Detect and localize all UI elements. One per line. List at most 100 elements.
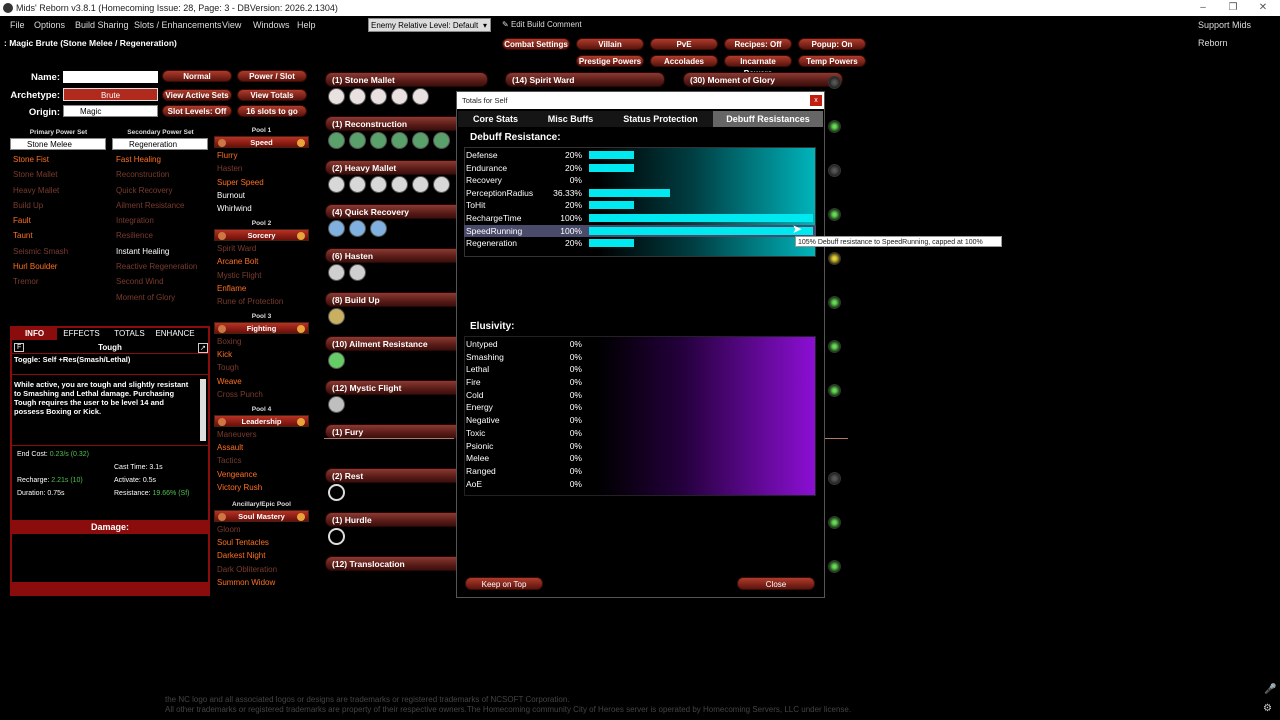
enhancement-icon[interactable] (349, 132, 366, 149)
slot-toggle-button[interactable] (828, 516, 841, 529)
pool-power-item[interactable]: Mystic Flight (214, 271, 309, 281)
pool-power-item[interactable]: Victory Rush (214, 483, 309, 493)
pool-power-item[interactable]: Kick (214, 350, 309, 360)
accolades-button[interactable]: Accolades (650, 55, 718, 67)
power-slot-button[interactable]: Power / Slot (237, 70, 307, 82)
pool-power-item[interactable]: Boxing (214, 337, 309, 347)
pool-power-item[interactable]: Maneuvers (214, 430, 309, 440)
pool-select[interactable]: Speed (214, 136, 309, 148)
edit-build-comment-button[interactable]: ✎ Edit Build Comment (502, 18, 582, 32)
secondary-set-select[interactable]: Regeneration (112, 138, 208, 150)
power-item[interactable]: Second Wind (116, 277, 211, 287)
power-item[interactable]: Tremor (13, 277, 108, 287)
pool-power-item[interactable]: Super Speed (214, 178, 309, 188)
slot-toggle-button[interactable] (828, 208, 841, 221)
tab-misc-buffs[interactable]: Misc Buffs (533, 111, 608, 127)
enhancement-icon[interactable] (412, 88, 429, 105)
power-item[interactable]: Resilience (116, 231, 211, 241)
tab-effects[interactable]: EFFECTS (59, 328, 104, 340)
pool-power-item[interactable]: Summon Widow (214, 578, 309, 588)
enhancement-icon[interactable] (328, 220, 345, 237)
pve-button[interactable]: PvE (650, 38, 718, 50)
slot-toggle-button[interactable] (828, 472, 841, 485)
primary-set-select[interactable]: Stone Melee (10, 138, 106, 150)
slot-toggle-button[interactable] (828, 340, 841, 353)
enemy-level-select[interactable]: Enemy Relative Level: Default ▾ (368, 18, 491, 32)
power-item[interactable]: Stone Fist (13, 155, 108, 165)
enhancement-icon[interactable] (328, 352, 345, 369)
enhancement-icon[interactable] (349, 264, 366, 281)
keep-on-top-button[interactable]: Keep on Top (465, 577, 543, 590)
pool-power-item[interactable]: Dark Obliteration (214, 565, 309, 575)
menu-slots-enhancements[interactable]: Slots / Enhancements (134, 16, 222, 34)
enhancement-icon[interactable] (349, 220, 366, 237)
enhancement-icon[interactable] (328, 528, 345, 545)
pool-power-item[interactable]: Arcane Bolt (214, 257, 309, 267)
pool-power-item[interactable]: Weave (214, 377, 309, 387)
enhancement-icon[interactable] (412, 176, 429, 193)
pool-power-item[interactable]: Enflame (214, 284, 309, 294)
power-item[interactable]: Build Up (13, 201, 108, 211)
name-input[interactable] (63, 71, 158, 83)
pool-power-item[interactable]: Assault (214, 443, 309, 453)
pool-power-item[interactable]: Darkest Night (214, 551, 309, 561)
tab-status-protection[interactable]: Status Protection (608, 111, 713, 127)
pool-power-item[interactable]: Tough (214, 363, 309, 373)
enhancement-icon[interactable] (328, 176, 345, 193)
slot-toggle-button[interactable] (828, 560, 841, 573)
pool-power-item[interactable]: Gloom (214, 525, 309, 535)
popout-icon[interactable]: ↗ (198, 343, 208, 353)
settings-gear-icon[interactable]: ⚙ (1263, 703, 1272, 714)
power-item[interactable]: Moment of Glory (116, 293, 211, 303)
enhancement-icon[interactable] (433, 176, 450, 193)
slot-toggle-button[interactable] (828, 164, 841, 177)
pool-power-item[interactable]: Vengeance (214, 470, 309, 480)
enhancement-icon[interactable] (370, 220, 387, 237)
enhancement-icon[interactable] (328, 132, 345, 149)
description-scrollbar[interactable] (200, 379, 206, 441)
slots-to-go-button[interactable]: 16 slots to go (237, 105, 307, 117)
slot-toggle-button[interactable] (828, 384, 841, 397)
pool-power-item[interactable]: Cross Punch (214, 390, 309, 400)
enhancement-icon[interactable] (328, 484, 345, 501)
pool-select[interactable]: Soul Mastery (214, 509, 309, 522)
power-item[interactable]: Stone Mallet (13, 170, 108, 180)
pool-power-item[interactable]: Rune of Protection (214, 297, 309, 307)
archetype-select[interactable]: Brute (63, 88, 158, 101)
slot-toggle-button[interactable] (828, 252, 841, 265)
enhancement-icon[interactable] (370, 132, 387, 149)
enhancement-icon[interactable] (412, 132, 429, 149)
power-slot[interactable]: (1) Stone Mallet (325, 72, 488, 87)
minimize-button[interactable]: – (1188, 0, 1218, 16)
power-item[interactable]: Hurl Boulder (13, 262, 108, 272)
pool-power-item[interactable]: Burnout (214, 191, 309, 201)
tab-info[interactable]: INFO (12, 328, 57, 340)
prestige-powers-button[interactable]: Prestige Powers (576, 55, 644, 67)
pool-power-item[interactable]: Whirlwind (214, 204, 309, 214)
menu-help[interactable]: Help (297, 16, 316, 34)
incarnate-powers-button[interactable]: Incarnate Powers (724, 55, 792, 78)
combat-settings-button[interactable]: Combat Settings (502, 38, 570, 50)
villain-button[interactable]: Villain (576, 38, 644, 50)
tab-core-stats[interactable]: Core Stats (458, 111, 533, 127)
pool-select[interactable]: Sorcery (214, 228, 309, 241)
power-item[interactable]: Quick Recovery (116, 186, 211, 196)
recipes-button[interactable]: Recipes: Off (724, 38, 792, 50)
close-window-button[interactable]: ✕ (1248, 0, 1278, 16)
power-item[interactable]: Seismic Smash (13, 247, 108, 257)
origin-select[interactable]: Magic (63, 105, 158, 117)
power-slot[interactable]: (14) Spirit Ward (505, 72, 665, 87)
maximize-button[interactable]: ❐ (1218, 0, 1248, 16)
view-active-sets-button[interactable]: View Active Sets (162, 89, 232, 101)
pool-select[interactable]: Fighting (214, 321, 309, 334)
enhancement-icon[interactable] (328, 396, 345, 413)
pool-power-item[interactable]: Tactics (214, 456, 309, 466)
pool-select[interactable]: Leadership (214, 414, 309, 427)
tab-enhance[interactable]: ENHANCE (152, 328, 198, 340)
slot-toggle-button[interactable] (828, 76, 841, 89)
temp-powers-button[interactable]: Temp Powers (798, 55, 866, 67)
dialog-close-icon[interactable]: x (810, 95, 822, 106)
menu-view[interactable]: View (222, 16, 241, 34)
power-item[interactable]: Reactive Regeneration (116, 262, 211, 272)
support-link[interactable]: Support Mids Reborn (1198, 16, 1280, 52)
